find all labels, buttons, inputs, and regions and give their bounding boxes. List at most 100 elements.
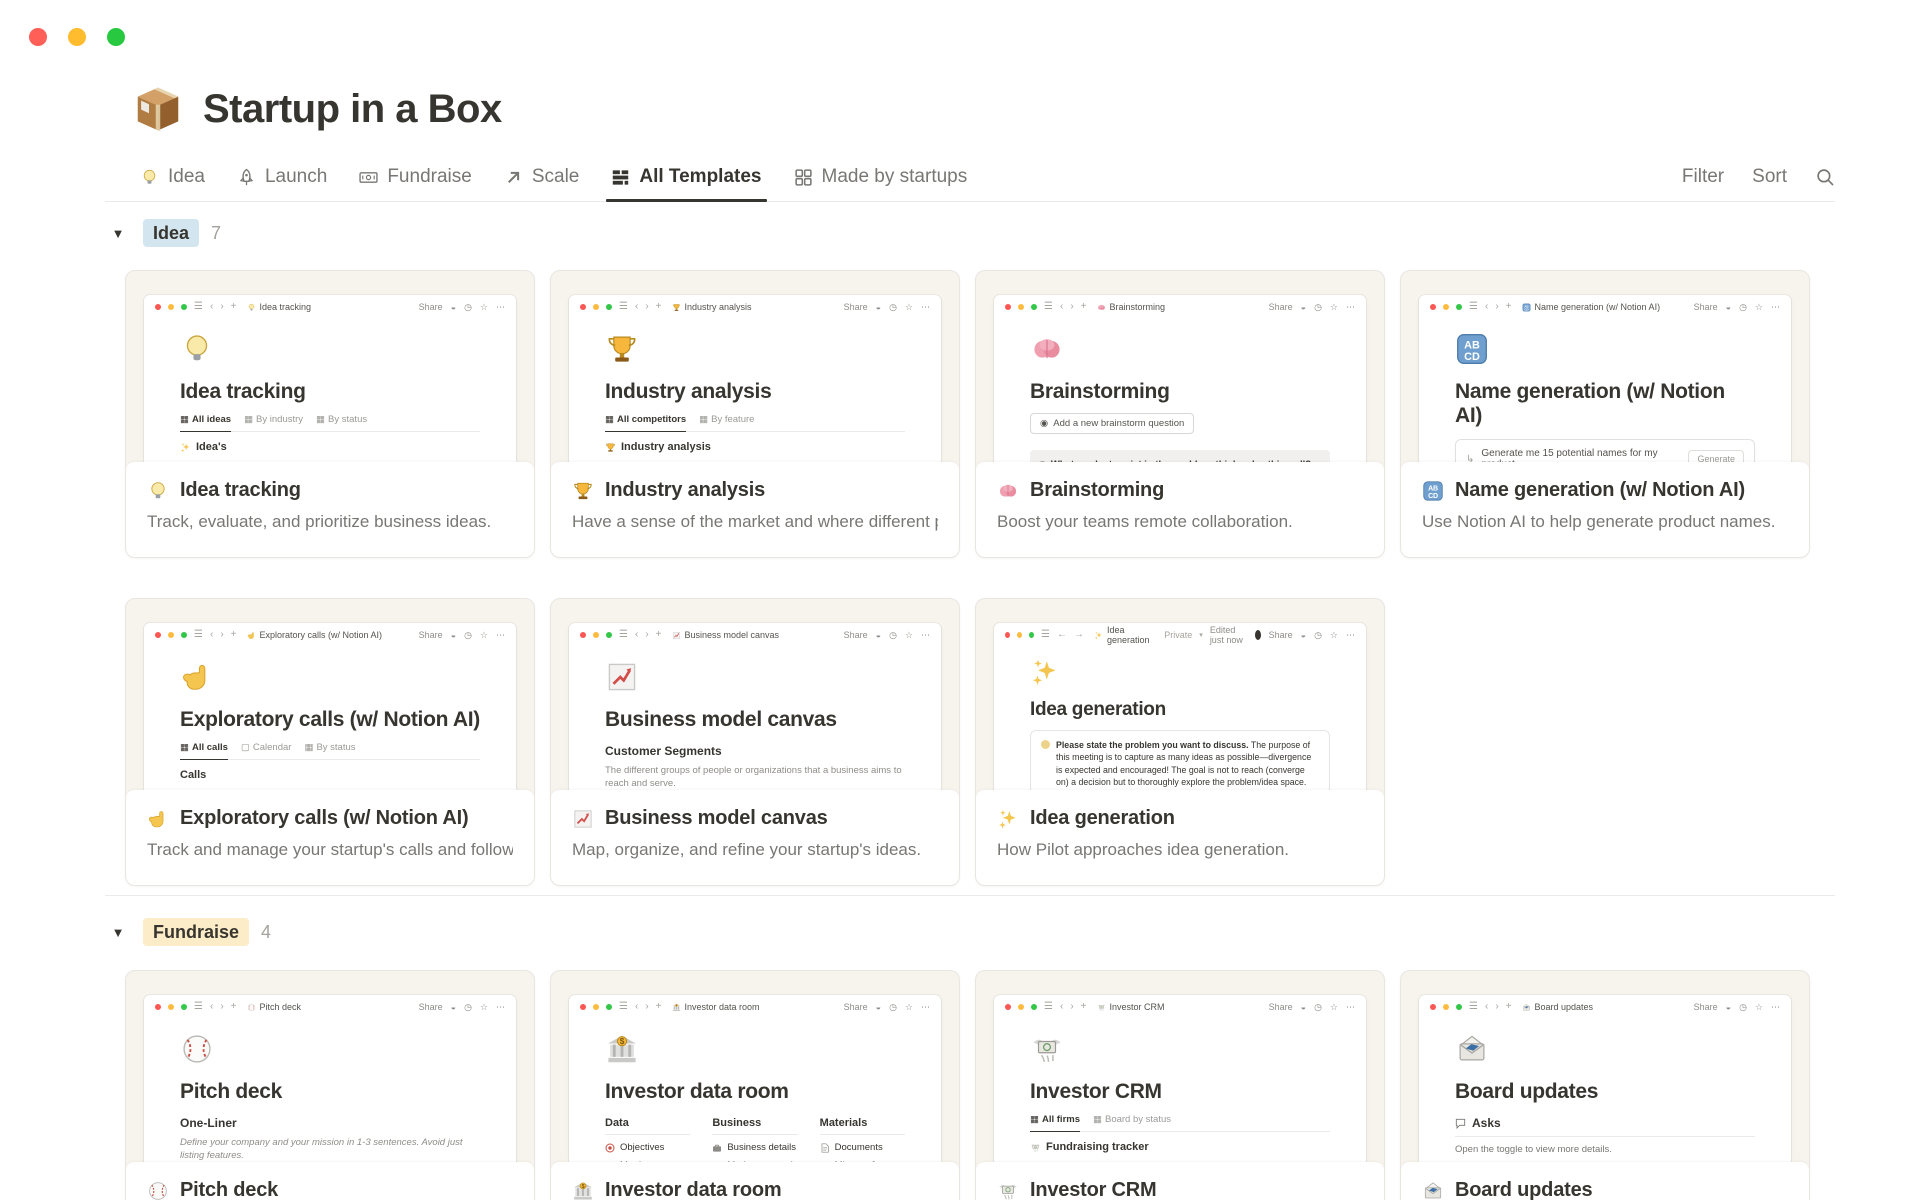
filter-button[interactable]: Filter bbox=[1682, 166, 1724, 188]
menu-icon: ☰ bbox=[194, 1001, 203, 1012]
mini-close-icon bbox=[580, 632, 586, 638]
star-icon: ☆ bbox=[1754, 301, 1763, 312]
abcd-icon: AB CD bbox=[1522, 303, 1531, 312]
fundraise-cards-grid: ☰ ‹ › + Pitch deck Share ◒ ◷ ☆ ⋯ Pitch deck … bbox=[125, 970, 1835, 1200]
new-tab-icon: + bbox=[1505, 1001, 1512, 1012]
open-envelope-icon bbox=[1522, 1003, 1531, 1012]
search-icon[interactable] bbox=[1815, 167, 1835, 187]
collapse-toggle-icon[interactable]: ▼ bbox=[105, 226, 131, 241]
new-tab-icon: + bbox=[230, 1001, 237, 1012]
mini-zoom-icon bbox=[606, 632, 612, 638]
sort-button[interactable]: Sort bbox=[1752, 166, 1787, 188]
card-footer: Business model canvas Map, organize, and… bbox=[551, 790, 959, 885]
svg-text:$: $ bbox=[582, 1183, 585, 1189]
more-icon: ⋯ bbox=[496, 629, 505, 640]
clock-icon: ◷ bbox=[889, 629, 897, 640]
mini-window-titlebar: ☰ ‹ › + Idea tracking Share ◒ ◷ ☆ ⋯ bbox=[144, 295, 516, 319]
clock-icon: ◷ bbox=[1314, 629, 1322, 640]
svg-text:CD: CD bbox=[1428, 493, 1438, 500]
tabs: Idea Launch Fundraise Scale All Template… bbox=[105, 166, 968, 202]
template-card-exploratory-calls[interactable]: ☰ ‹ › + Exploratory calls (w/ Notion AI)… bbox=[125, 598, 535, 886]
clock-icon: ◷ bbox=[1314, 1001, 1322, 1012]
mini-zoom-icon bbox=[606, 304, 612, 310]
template-card-investor-crm[interactable]: ☰ ‹ › + Investor CRM Share ◒ ◷ ☆ ⋯ Investor … bbox=[975, 970, 1385, 1200]
clock-icon: ◷ bbox=[889, 1001, 897, 1012]
forward-icon: → bbox=[1074, 629, 1085, 640]
forward-icon: › bbox=[220, 629, 224, 640]
card-title: Business model canvas bbox=[605, 807, 828, 829]
money-with-wings-icon bbox=[1030, 1032, 1064, 1066]
comment-icon: ◒ bbox=[450, 630, 457, 640]
sparkles-icon bbox=[1030, 657, 1060, 687]
card-description: Track and manage your startup's calls an… bbox=[147, 840, 513, 859]
clock-icon: ◷ bbox=[1314, 301, 1322, 312]
minimize-window-button[interactable] bbox=[68, 28, 86, 46]
template-card-board-updates[interactable]: ☰ ‹ › + Board updates Share ◒ ◷ ☆ ⋯ Board up… bbox=[1400, 970, 1810, 1200]
sparkles-icon bbox=[1094, 631, 1103, 640]
collapse-toggle-icon[interactable]: ▼ bbox=[105, 925, 131, 940]
card-footer: $ Investor data room bbox=[551, 1162, 959, 1200]
card-title: Idea tracking bbox=[180, 479, 301, 501]
svg-text:AB: AB bbox=[1464, 339, 1480, 351]
window-controls bbox=[29, 28, 125, 46]
back-icon: ‹ bbox=[1059, 1001, 1064, 1012]
mini-zoom-icon bbox=[606, 1004, 612, 1010]
bank-icon: $ bbox=[605, 1032, 639, 1066]
tab-launch[interactable]: Launch bbox=[237, 166, 327, 201]
section-header-idea: ▼ Idea 7 bbox=[105, 219, 1835, 247]
comment-icon: ◒ bbox=[875, 302, 882, 312]
card-title: Pitch deck bbox=[180, 1179, 279, 1200]
package-box-icon bbox=[131, 82, 185, 136]
comment-icon: ◒ bbox=[450, 302, 457, 312]
target-icon bbox=[605, 1143, 615, 1153]
lightbulb-icon bbox=[247, 303, 256, 312]
chart-increasing-icon bbox=[672, 631, 681, 640]
menu-icon: ☰ bbox=[1469, 1001, 1478, 1012]
briefcase-icon bbox=[712, 1143, 722, 1153]
tab-made-by-startups[interactable]: Made by startups bbox=[794, 166, 968, 201]
chevron-down-icon: ▾ bbox=[1199, 632, 1203, 639]
mini-close-icon bbox=[155, 632, 161, 638]
view-tab: ▦ By status bbox=[316, 414, 368, 425]
tab-bar: Idea Launch Fundraise Scale All Template… bbox=[105, 166, 1835, 202]
mini-close-icon bbox=[580, 304, 586, 310]
chart-increasing-icon bbox=[572, 808, 594, 830]
card-footer: Investor CRM bbox=[976, 1162, 1384, 1200]
abcd-icon: AB CD bbox=[1455, 332, 1489, 366]
lightbulb-icon bbox=[140, 168, 159, 187]
tab-idea[interactable]: Idea bbox=[140, 166, 205, 201]
template-card-industry-analysis[interactable]: ☰ ‹ › + Industry analysis Share ◒ ◷ ☆ ⋯ Indu… bbox=[550, 270, 960, 558]
mini-page-title: Idea tracking bbox=[247, 302, 311, 312]
tab-label: Made by startups bbox=[821, 166, 968, 187]
close-window-button[interactable] bbox=[29, 28, 47, 46]
template-card-name-generation[interactable]: ☰ ‹ › + AB CD Name generation (w/ Notion … bbox=[1400, 270, 1810, 558]
zoom-window-button[interactable] bbox=[107, 28, 125, 46]
more-icon: ⋯ bbox=[1771, 301, 1780, 312]
star-icon: ☆ bbox=[904, 1001, 913, 1012]
more-icon: ⋯ bbox=[496, 1001, 505, 1012]
tab-label: All Templates bbox=[639, 166, 762, 187]
lightbulb-icon bbox=[147, 480, 169, 502]
menu-icon: ☰ bbox=[1044, 1001, 1053, 1012]
template-card-idea-tracking[interactable]: ☰ ‹ › + Idea tracking Share ◒ ◷ ☆ ⋯ Idea tra… bbox=[125, 270, 535, 558]
template-card-business-model-canvas[interactable]: ☰ ‹ › + Business model canvas Share ◒ ◷ ☆ ⋯ … bbox=[550, 598, 960, 886]
card-footer: Idea tracking Track, evaluate, and prior… bbox=[126, 462, 534, 557]
mini-close-icon bbox=[1005, 304, 1011, 310]
more-icon: ⋯ bbox=[1771, 1001, 1780, 1012]
tab-all-templates[interactable]: All Templates bbox=[606, 166, 767, 202]
tab-fundraise[interactable]: Fundraise bbox=[359, 166, 472, 201]
chart-increasing-icon bbox=[605, 660, 639, 694]
new-tab-icon: + bbox=[230, 629, 237, 640]
comment-icon: ◒ bbox=[1725, 302, 1732, 312]
new-tab-icon: + bbox=[1505, 301, 1512, 312]
new-tab-icon: + bbox=[1080, 301, 1087, 312]
open-envelope-icon bbox=[1422, 1180, 1444, 1200]
template-card-idea-generation[interactable]: ☰ ← → Idea generation Private ▾ Edited j… bbox=[975, 598, 1385, 886]
template-card-pitch-deck[interactable]: ☰ ‹ › + Pitch deck Share ◒ ◷ ☆ ⋯ Pitch deck … bbox=[125, 970, 535, 1200]
svg-text:CD: CD bbox=[1524, 307, 1528, 311]
card-title: Brainstorming bbox=[1030, 479, 1165, 501]
comment-icon: ◒ bbox=[1725, 1002, 1732, 1012]
template-card-brainstorming[interactable]: ☰ ‹ › + Brainstorming Share ◒ ◷ ☆ ⋯ Brainsto… bbox=[975, 270, 1385, 558]
tab-scale[interactable]: Scale bbox=[504, 166, 579, 201]
template-card-investor-data-room[interactable]: ☰ ‹ › + $ Investor data room Share ◒ ◷ ☆ ⋯ $… bbox=[550, 970, 960, 1200]
